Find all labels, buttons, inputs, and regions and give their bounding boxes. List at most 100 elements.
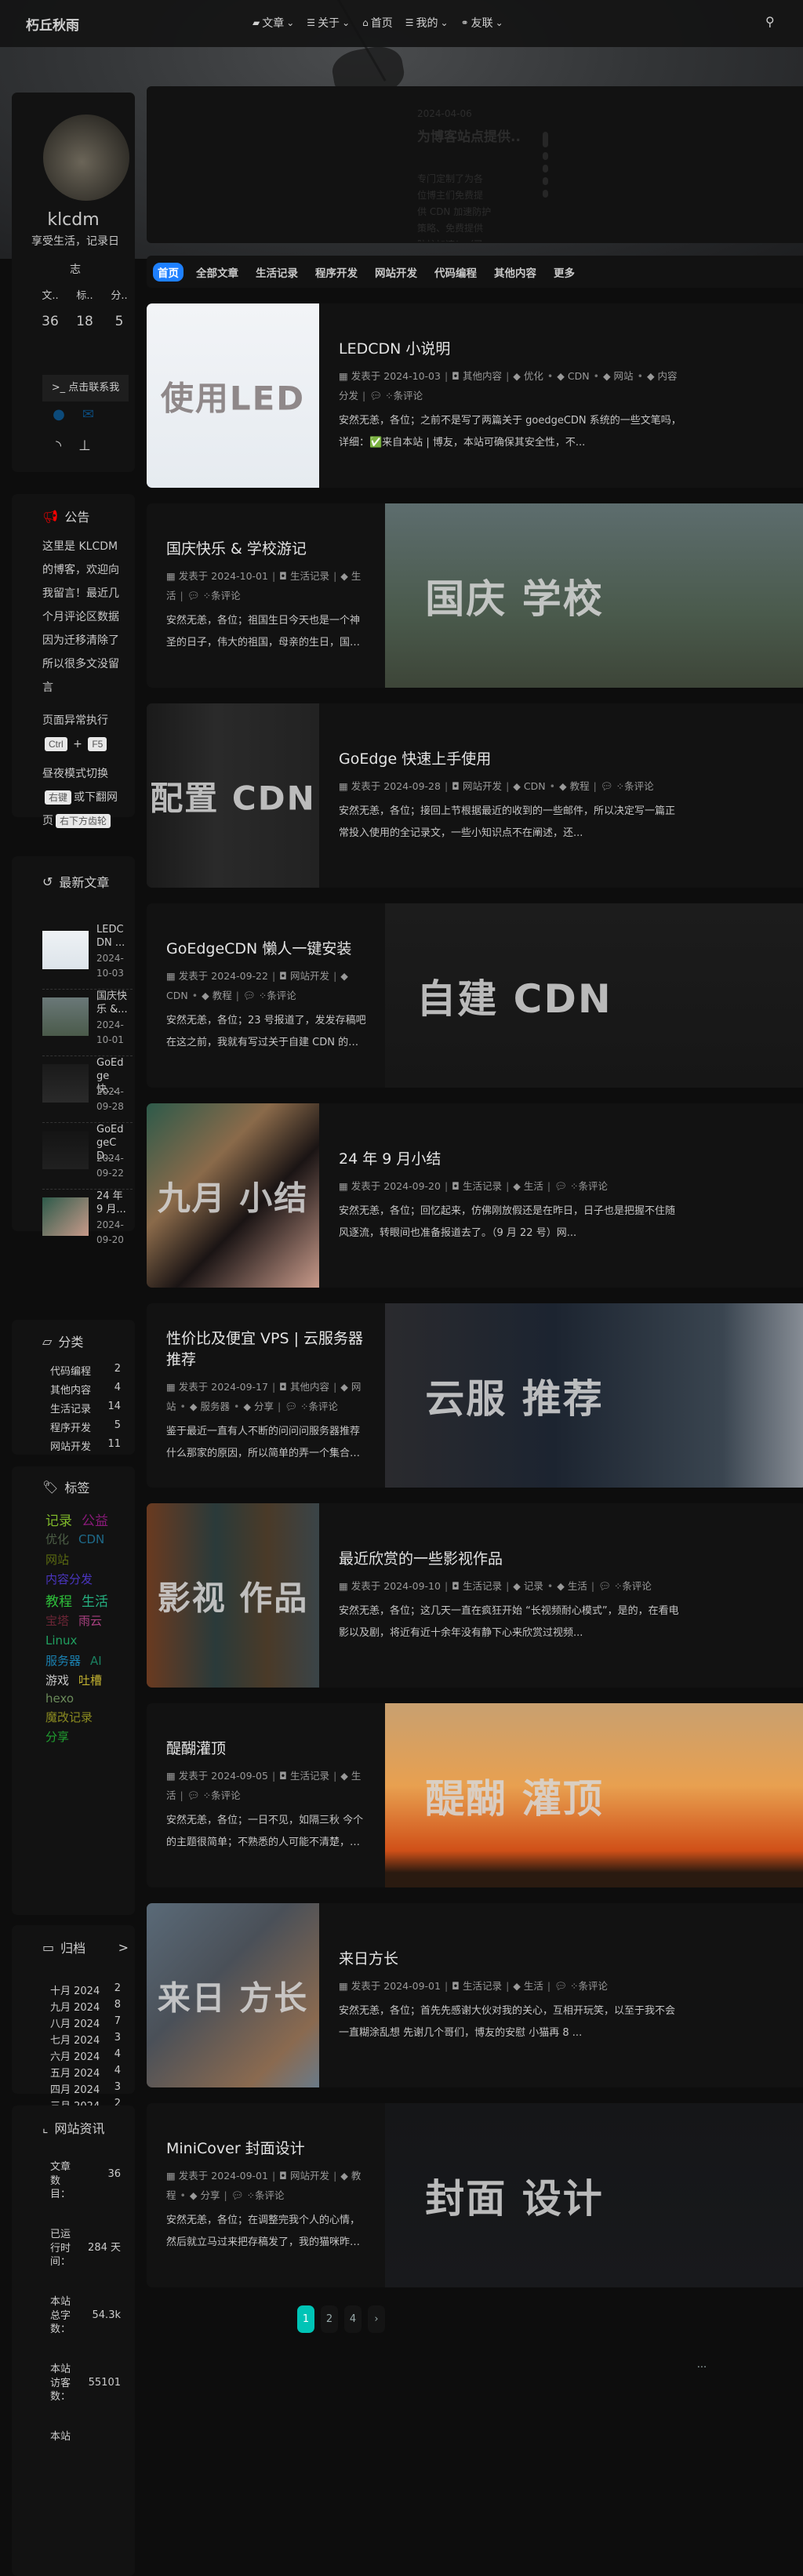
post-title[interactable]: 醍醐灌顶 [166, 1737, 366, 1758]
post-cover-image[interactable]: 九月 小结 [147, 1103, 319, 1288]
recent-post-thumbnail[interactable] [42, 1131, 89, 1169]
tag-link[interactable]: 生活 [82, 1594, 108, 1610]
post-title[interactable]: GoEdgeCDN 懒人一键安装 [166, 937, 366, 958]
tab-item[interactable]: 网站开发 [370, 263, 422, 282]
archive-item[interactable]: 七月 2024 3 [50, 2032, 121, 2047]
post-card[interactable]: 影视 作品 最近欣赏的一些影视作品 ▦ 发表于 2024-09-10 | ◘ 生活记录 |… [147, 1503, 803, 1688]
comment-count-label[interactable]: 条评论 [578, 1980, 608, 1992]
post-tag[interactable]: 教程 [213, 990, 232, 1001]
tag-link[interactable]: 雨云 [78, 1614, 102, 1628]
category-item[interactable]: 代码编程 2 [50, 1363, 121, 1378]
category-item[interactable]: 网站开发 11 [50, 1438, 121, 1453]
post-card[interactable]: 配置 CDN GoEdge 快速上手使用 ▦ 发表于 2024-09-28 | ◘ 网站… [147, 703, 803, 888]
post-card[interactable]: 国庆 学校 国庆快乐 & 学校游记 ▦ 发表于 2024-10-01 | ◘ 生活记录 |… [147, 503, 803, 688]
post-tag[interactable]: CDN [568, 370, 590, 382]
post-category[interactable]: 网站开发 [463, 780, 502, 792]
tag-link[interactable]: 公益 [82, 1513, 108, 1529]
recent-post-title[interactable]: 24 年 9 月... [96, 1190, 128, 1216]
search-icon[interactable]: ⚲ [765, 14, 775, 29]
menu-item[interactable]: ⌂ 首页 [362, 15, 393, 31]
rss-icon[interactable]: ◝ [56, 438, 61, 454]
post-title[interactable]: 国庆快乐 & 学校游记 [166, 537, 366, 558]
archive-item[interactable]: 十月 2024 2 [50, 1982, 121, 1997]
post-card[interactable]: 来日 方长 来日方长 ▦ 发表于 2024-09-01 | ◘ 生活记录 | ◆ 生活 | 💬︎… [147, 1903, 803, 2087]
post-category[interactable]: 网站开发 [290, 2170, 329, 2182]
post-cover-image[interactable]: 使用LED [147, 303, 319, 488]
tab-item[interactable]: 全部文章 [191, 263, 243, 282]
post-card[interactable]: 九月 小结 24 年 9 月小结 ▦ 发表于 2024-09-20 | ◘ 生活记录 | ◆… [147, 1103, 803, 1288]
tab-item[interactable]: 其他内容 [489, 263, 541, 282]
tag-link[interactable]: 分享 [45, 1730, 69, 1744]
tab-item[interactable]: 更多 [549, 263, 580, 282]
tag-link[interactable]: 吐槽 [78, 1673, 102, 1688]
post-category[interactable]: 生活记录 [463, 1580, 502, 1592]
post-tag[interactable]: 生活 [524, 1180, 543, 1192]
post-card[interactable]: 自建 CDN GoEdgeCDN 懒人一键安装 ▦ 发表于 2024-09-22 | ◘… [147, 903, 803, 1088]
post-tag[interactable]: CDN [166, 990, 188, 1001]
tag-link[interactable]: 游戏 [45, 1673, 69, 1688]
page-button[interactable]: 4 [344, 2305, 362, 2333]
post-title[interactable]: LEDCDN 小说明 [339, 337, 684, 358]
archive-item[interactable]: 八月 2024 7 [50, 2015, 121, 2030]
post-card[interactable]: 使用LED LEDCDN 小说明 ▦ 发表于 2024-10-03 | ◘ 其他内容 | ◆… [147, 303, 803, 488]
recent-post-item[interactable]: LEDCDN ... 2024-10-03 [42, 923, 133, 990]
post-title[interactable]: GoEdge 快速上手使用 [339, 747, 684, 768]
post-card[interactable]: 封面 设计 MiniCover 封面设计 ▦ 发表于 2024-09-01 | ◘ 网站… [147, 2103, 803, 2287]
tag-link[interactable]: hexo [45, 1691, 74, 1706]
archive-more-chevron-icon[interactable]: > [118, 1940, 129, 1955]
recent-post-thumbnail[interactable] [42, 1064, 89, 1103]
post-cover-image[interactable]: 来日 方长 [147, 1903, 319, 2087]
tag-link[interactable]: Linux [45, 1633, 77, 1648]
tag-link[interactable]: CDN [78, 1532, 104, 1546]
recent-post-item[interactable]: GoEdge 快... 2024-09-28 [42, 1056, 133, 1123]
post-tag[interactable]: 生活 [524, 1980, 543, 1992]
post-cover-image[interactable]: 国庆 学校 [385, 503, 803, 688]
carousel-dot[interactable] [543, 152, 548, 160]
menu-item[interactable]: ☰ 我的 ⌄ [405, 15, 449, 31]
post-category[interactable]: 生活记录 [290, 570, 329, 582]
post-cover-image[interactable]: 自建 CDN [385, 903, 803, 1088]
comment-count-label[interactable]: 条评论 [255, 2189, 285, 2201]
post-cover-image[interactable]: 云服 推荐 [385, 1303, 803, 1488]
comment-count-label[interactable]: 条评论 [211, 590, 241, 601]
post-title[interactable]: MiniCover 封面设计 [166, 2137, 366, 2158]
github-icon[interactable]: ● [53, 406, 65, 423]
category-item[interactable]: 其他内容 4 [50, 1382, 121, 1397]
post-tag[interactable]: 分享 [200, 2189, 220, 2201]
comment-count-label[interactable]: 条评论 [622, 1580, 652, 1592]
archive-item[interactable]: 四月 2024 3 [50, 2081, 121, 2096]
recent-post-item[interactable]: 国庆快乐 &... 2024-10-01 [42, 990, 133, 1056]
tag-link[interactable]: 教程 [45, 1594, 72, 1610]
post-tag[interactable]: 分享 [254, 1401, 274, 1412]
sitemap-icon[interactable]: ⊥ [78, 438, 91, 454]
tag-link[interactable]: AI [90, 1654, 102, 1668]
tag-link[interactable]: 记录 [45, 1513, 72, 1529]
email-icon[interactable]: ✉ [82, 406, 94, 423]
carousel-dot[interactable] [543, 165, 548, 173]
carousel-dot[interactable] [543, 177, 548, 185]
post-category[interactable]: 生活记录 [290, 1770, 329, 1782]
post-title[interactable]: 性价比及便宜 VPS | 云服务器推荐 [166, 1327, 366, 1369]
recent-post-thumbnail[interactable] [42, 997, 89, 1036]
post-category[interactable]: 其他内容 [463, 370, 502, 382]
tab-item[interactable]: 程序开发 [311, 263, 362, 282]
tag-link[interactable]: 优化 [45, 1532, 69, 1546]
post-category[interactable]: 生活记录 [463, 1980, 502, 1992]
tab-item[interactable]: 生活记录 [251, 263, 303, 282]
comment-count-label[interactable]: 条评论 [211, 1789, 241, 1801]
hero-carousel[interactable]: 2024-04-06 为博客站点提供.. 专门定制了为各位博主们免费提供 CDN… [147, 86, 803, 243]
post-tag[interactable]: 教程 [570, 780, 590, 792]
post-cover-image[interactable]: 封面 设计 [385, 2103, 803, 2287]
post-card[interactable]: 醍醐 灌顶 醍醐灌顶 ▦ 发表于 2024-09-05 | ◘ 生活记录 | ◆ 生活 | 💬︎… [147, 1703, 803, 1887]
recent-post-item[interactable]: GoEdgeCD... 2024-09-22 [42, 1123, 133, 1190]
tag-link[interactable]: 网站 [45, 1553, 69, 1567]
stat-item[interactable]: 分.. 5 [111, 287, 128, 336]
archive-item[interactable]: 九月 2024 8 [50, 1999, 121, 2014]
post-title[interactable]: 最近欣赏的一些影视作品 [339, 1547, 684, 1568]
page-button[interactable]: 1 [297, 2305, 314, 2333]
post-category[interactable]: 生活记录 [463, 1180, 502, 1192]
menu-item[interactable]: ☰ 关于 ⌄ [307, 15, 350, 31]
comment-count-label[interactable]: 条评论 [394, 390, 423, 401]
category-item[interactable]: 程序开发 5 [50, 1419, 121, 1434]
tag-link[interactable]: 宝塔 [45, 1614, 69, 1628]
